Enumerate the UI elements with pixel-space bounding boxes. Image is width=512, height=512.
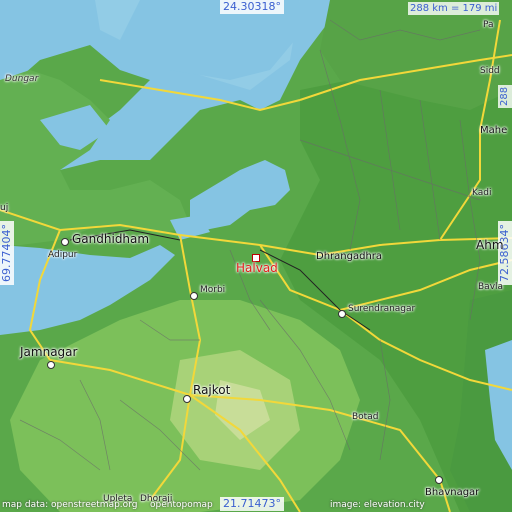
city-marker-surendranagar xyxy=(338,310,346,318)
city-bhuj: uj xyxy=(0,203,9,213)
city-dungar: Dungar xyxy=(5,74,39,84)
city-pal: Pa xyxy=(483,20,494,30)
credit-opentopomap: opentopomap xyxy=(150,500,213,510)
top-latitude-label: 24.30318° xyxy=(220,0,284,14)
scale-bar-right: 288 km = 179 mi xyxy=(498,84,512,108)
city-rajkot: Rajkot xyxy=(193,383,231,397)
city-botad: Botad xyxy=(352,412,379,422)
city-adipur: Adipur xyxy=(48,250,78,260)
city-marker-jamnagar xyxy=(47,361,55,369)
city-ahm: Ahm xyxy=(476,238,504,252)
city-marker-rajkot xyxy=(183,395,191,403)
city-marker-bhavnagar xyxy=(435,476,443,484)
city-dhrangadhra: Dhrangadhra xyxy=(316,251,383,262)
credit-elevation-city: image: elevation.city xyxy=(330,500,425,510)
map-canvas[interactable]: 24.30318° 21.71473° 69.77404° 72.58634° … xyxy=(0,0,512,512)
credit-map-data: map data: openstreetmap.org xyxy=(2,500,138,510)
city-gandhidham: Gandhidham xyxy=(72,232,150,246)
city-mahe: Mahe xyxy=(480,125,508,136)
city-bavla: Bavla xyxy=(478,282,504,292)
city-marker-gandhidham xyxy=(61,238,69,246)
city-sidd: Sidd xyxy=(480,66,500,76)
city-kadi: Kadi xyxy=(472,188,492,198)
scale-bar-top: 288 km = 179 mi xyxy=(408,2,500,15)
city-marker-morbi xyxy=(190,292,198,300)
left-longitude-label: 69.77404° xyxy=(0,221,14,285)
city-jamnagar: Jamnagar xyxy=(20,345,78,359)
city-morbi: Morbi xyxy=(200,285,226,295)
city-bhavnagar: Bhavnagar xyxy=(425,487,480,498)
right-longitude-label: 72.58634° xyxy=(498,221,512,285)
bottom-latitude-label: 21.71473° xyxy=(220,497,284,511)
city-surendranagar: Surendranagar xyxy=(348,304,416,314)
highlighted-city-halvad: Halvad xyxy=(236,261,278,275)
